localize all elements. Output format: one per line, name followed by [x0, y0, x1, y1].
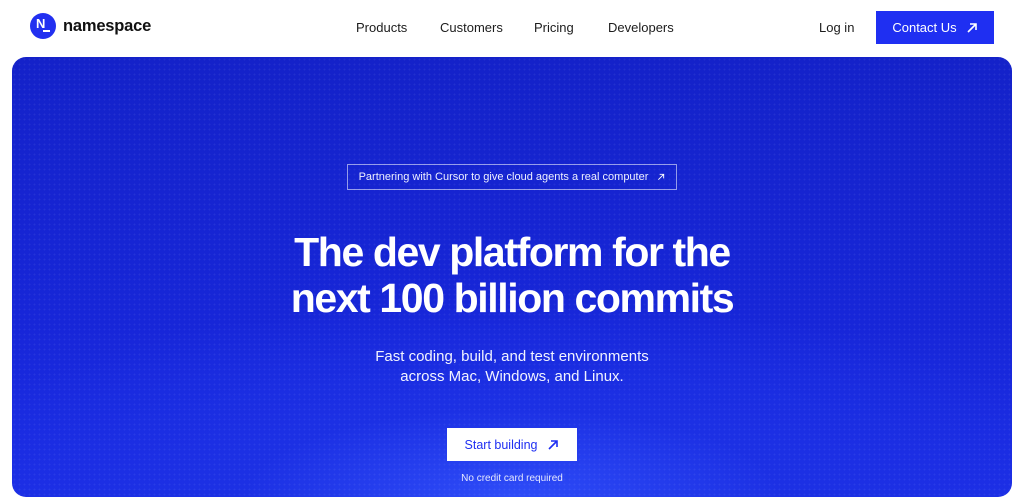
nav-item-products[interactable]: Products — [356, 20, 407, 35]
nav-item-developers[interactable]: Developers — [608, 20, 674, 35]
headline-line-2: next 100 billion commits — [290, 275, 735, 321]
namespace-logo-icon: N — [30, 13, 56, 39]
headline-line-1: The dev platform for the — [294, 229, 731, 275]
start-building-label: Start building — [464, 437, 538, 452]
contact-us-button[interactable]: Contact Us — [876, 11, 994, 44]
no-credit-card-note: No credit card required — [461, 473, 563, 484]
arrow-up-right-icon — [548, 439, 559, 450]
announcement-pill[interactable]: Partnering with Cursor to give cloud age… — [347, 164, 677, 190]
subheadline-line-1: Fast coding, build, and test environment… — [375, 348, 649, 365]
start-building-button[interactable]: Start building — [447, 428, 577, 461]
nav-item-pricing[interactable]: Pricing — [534, 20, 574, 35]
nav-item-customers[interactable]: Customers — [440, 20, 503, 35]
arrow-up-right-icon — [967, 22, 977, 33]
hero-section: Partnering with Cursor to give cloud age… — [12, 57, 1012, 497]
top-navbar: N namespace Products Customers Pricing D… — [0, 0, 1024, 56]
hero-headline: The dev platform for the next 100 billio… — [12, 229, 1012, 321]
login-link[interactable]: Log in — [819, 20, 854, 35]
logo-underscore — [43, 30, 50, 32]
arrow-up-right-icon — [658, 173, 665, 180]
contact-us-label: Contact Us — [892, 20, 957, 35]
brand-logo[interactable]: N namespace — [30, 13, 151, 39]
logo-letter: N — [36, 16, 46, 31]
announcement-text: Partnering with Cursor to give cloud age… — [358, 171, 649, 183]
brand-name: namespace — [63, 16, 152, 35]
hero-subheadline: Fast coding, build, and test environment… — [12, 347, 1012, 387]
subheadline-line-2: across Mac, Windows, and Linux. — [400, 368, 624, 385]
